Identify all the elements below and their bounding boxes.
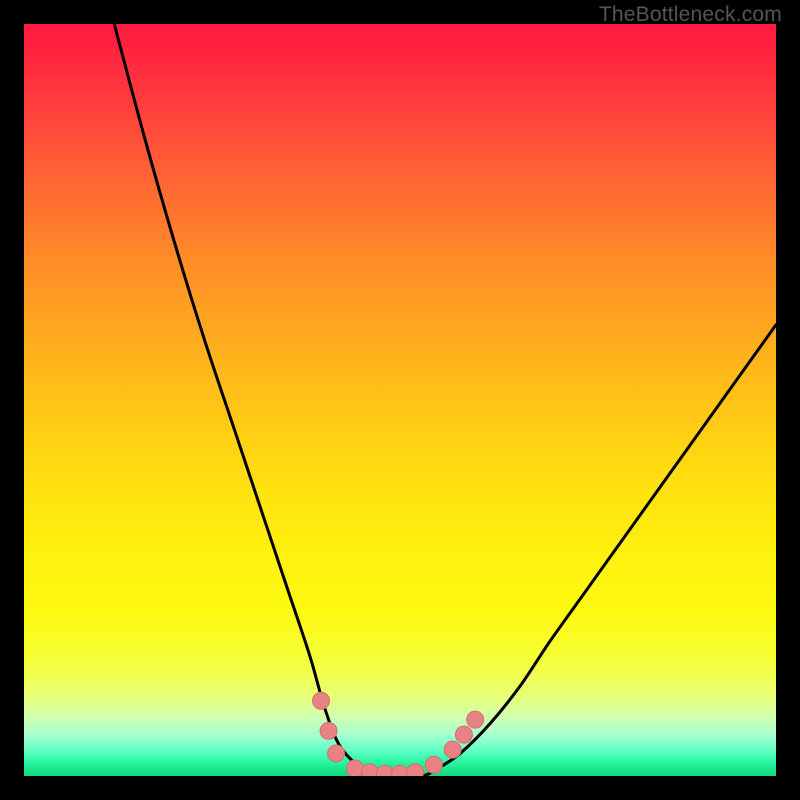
trough-marker <box>361 764 378 776</box>
trough-marker <box>346 760 363 776</box>
plot-area <box>24 24 776 776</box>
trough-marker <box>407 764 424 776</box>
trough-marker <box>467 711 484 728</box>
outer-frame: TheBottleneck.com <box>0 0 800 800</box>
trough-marker <box>320 722 337 739</box>
trough-marker <box>455 726 472 743</box>
trough-marker <box>313 692 330 709</box>
bottleneck-curve-line <box>114 24 776 776</box>
trough-marker <box>392 765 409 776</box>
trough-markers <box>313 692 484 776</box>
trough-marker <box>425 756 442 773</box>
bottleneck-chart <box>24 24 776 776</box>
trough-marker <box>328 745 345 762</box>
trough-marker <box>444 741 461 758</box>
trough-marker <box>376 765 393 776</box>
